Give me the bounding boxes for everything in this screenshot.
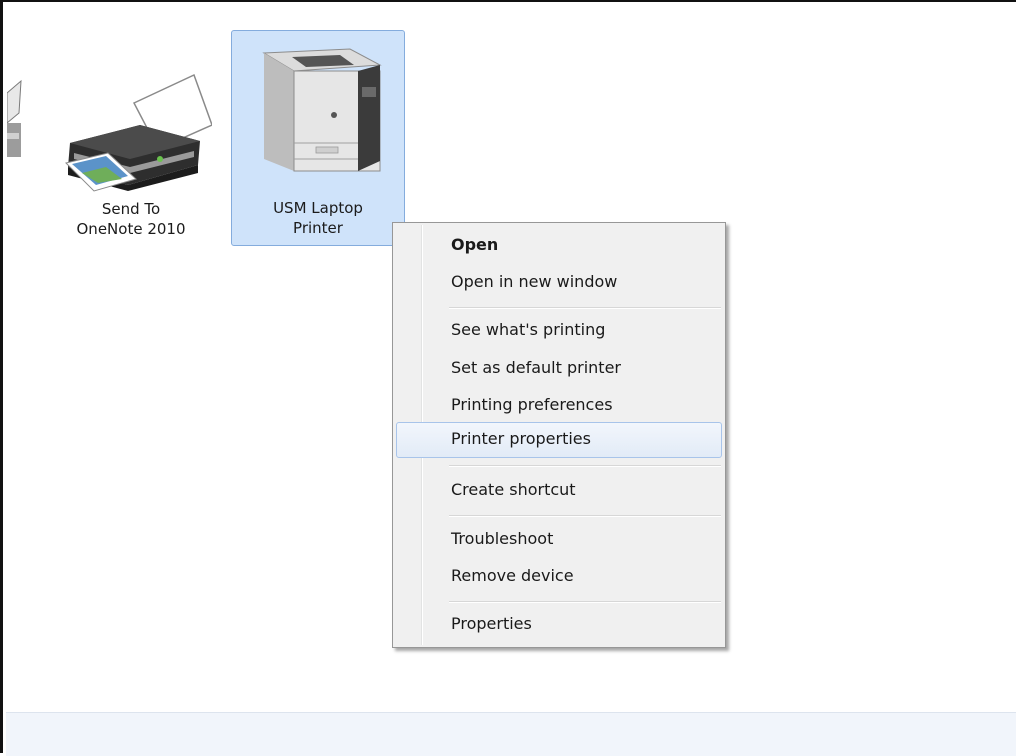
- menu-item-create-shortcut[interactable]: Create shortcut: [396, 473, 722, 509]
- menu-separator: [449, 307, 721, 309]
- menu-separator: [449, 601, 721, 603]
- menu-item-label: Printer properties: [451, 429, 591, 448]
- printer-icon: [262, 48, 382, 172]
- menu-item-remove-device[interactable]: Remove device: [396, 559, 722, 595]
- menu-item-open[interactable]: Open: [396, 228, 722, 264]
- menu-item-label: Set as default printer: [451, 358, 621, 377]
- menu-item-properties[interactable]: Properties: [396, 607, 722, 643]
- device-label-line2: Printer: [293, 219, 343, 237]
- menu-separator: [449, 465, 721, 467]
- menu-item-label: Properties: [451, 614, 532, 633]
- menu-item-see-whats-printing[interactable]: See what's printing: [396, 313, 722, 349]
- devices-and-printers-window: Send To OneNote 2010 USM Laptop Printer: [0, 0, 1016, 756]
- menu-item-label: Create shortcut: [451, 480, 576, 499]
- menu-item-set-as-default-printer[interactable]: Set as default printer: [396, 351, 722, 387]
- device-partial-left[interactable]: [6, 72, 28, 172]
- menu-item-open-in-new-window[interactable]: Open in new window: [396, 265, 722, 301]
- device-label-line2: OneNote 2010: [76, 220, 186, 238]
- menu-item-label: See what's printing: [451, 320, 606, 339]
- context-menu: Open Open in new window See what's print…: [392, 222, 726, 648]
- device-label-line1: Send To: [101, 200, 161, 218]
- printer-icon: [65, 73, 212, 192]
- menu-item-label: Troubleshoot: [451, 529, 554, 548]
- menu-item-printing-preferences[interactable]: Printing preferences: [396, 388, 722, 424]
- menu-separator: [449, 515, 721, 517]
- device-usm-laptop-printer[interactable]: USM Laptop Printer: [231, 30, 405, 246]
- menu-item-label: Open: [451, 235, 499, 254]
- device-label-line1: USM Laptop: [273, 199, 363, 217]
- menu-item-printer-properties[interactable]: Printer properties: [396, 422, 722, 458]
- menu-item-label: Open in new window: [451, 272, 618, 291]
- menu-item-label: Remove device: [451, 566, 574, 585]
- device-send-to-onenote[interactable]: Send To OneNote 2010: [51, 62, 212, 247]
- menu-item-troubleshoot[interactable]: Troubleshoot: [396, 522, 722, 558]
- printer-icon: [7, 79, 22, 157]
- details-pane: [6, 712, 1016, 756]
- menu-item-label: Printing preferences: [451, 395, 613, 414]
